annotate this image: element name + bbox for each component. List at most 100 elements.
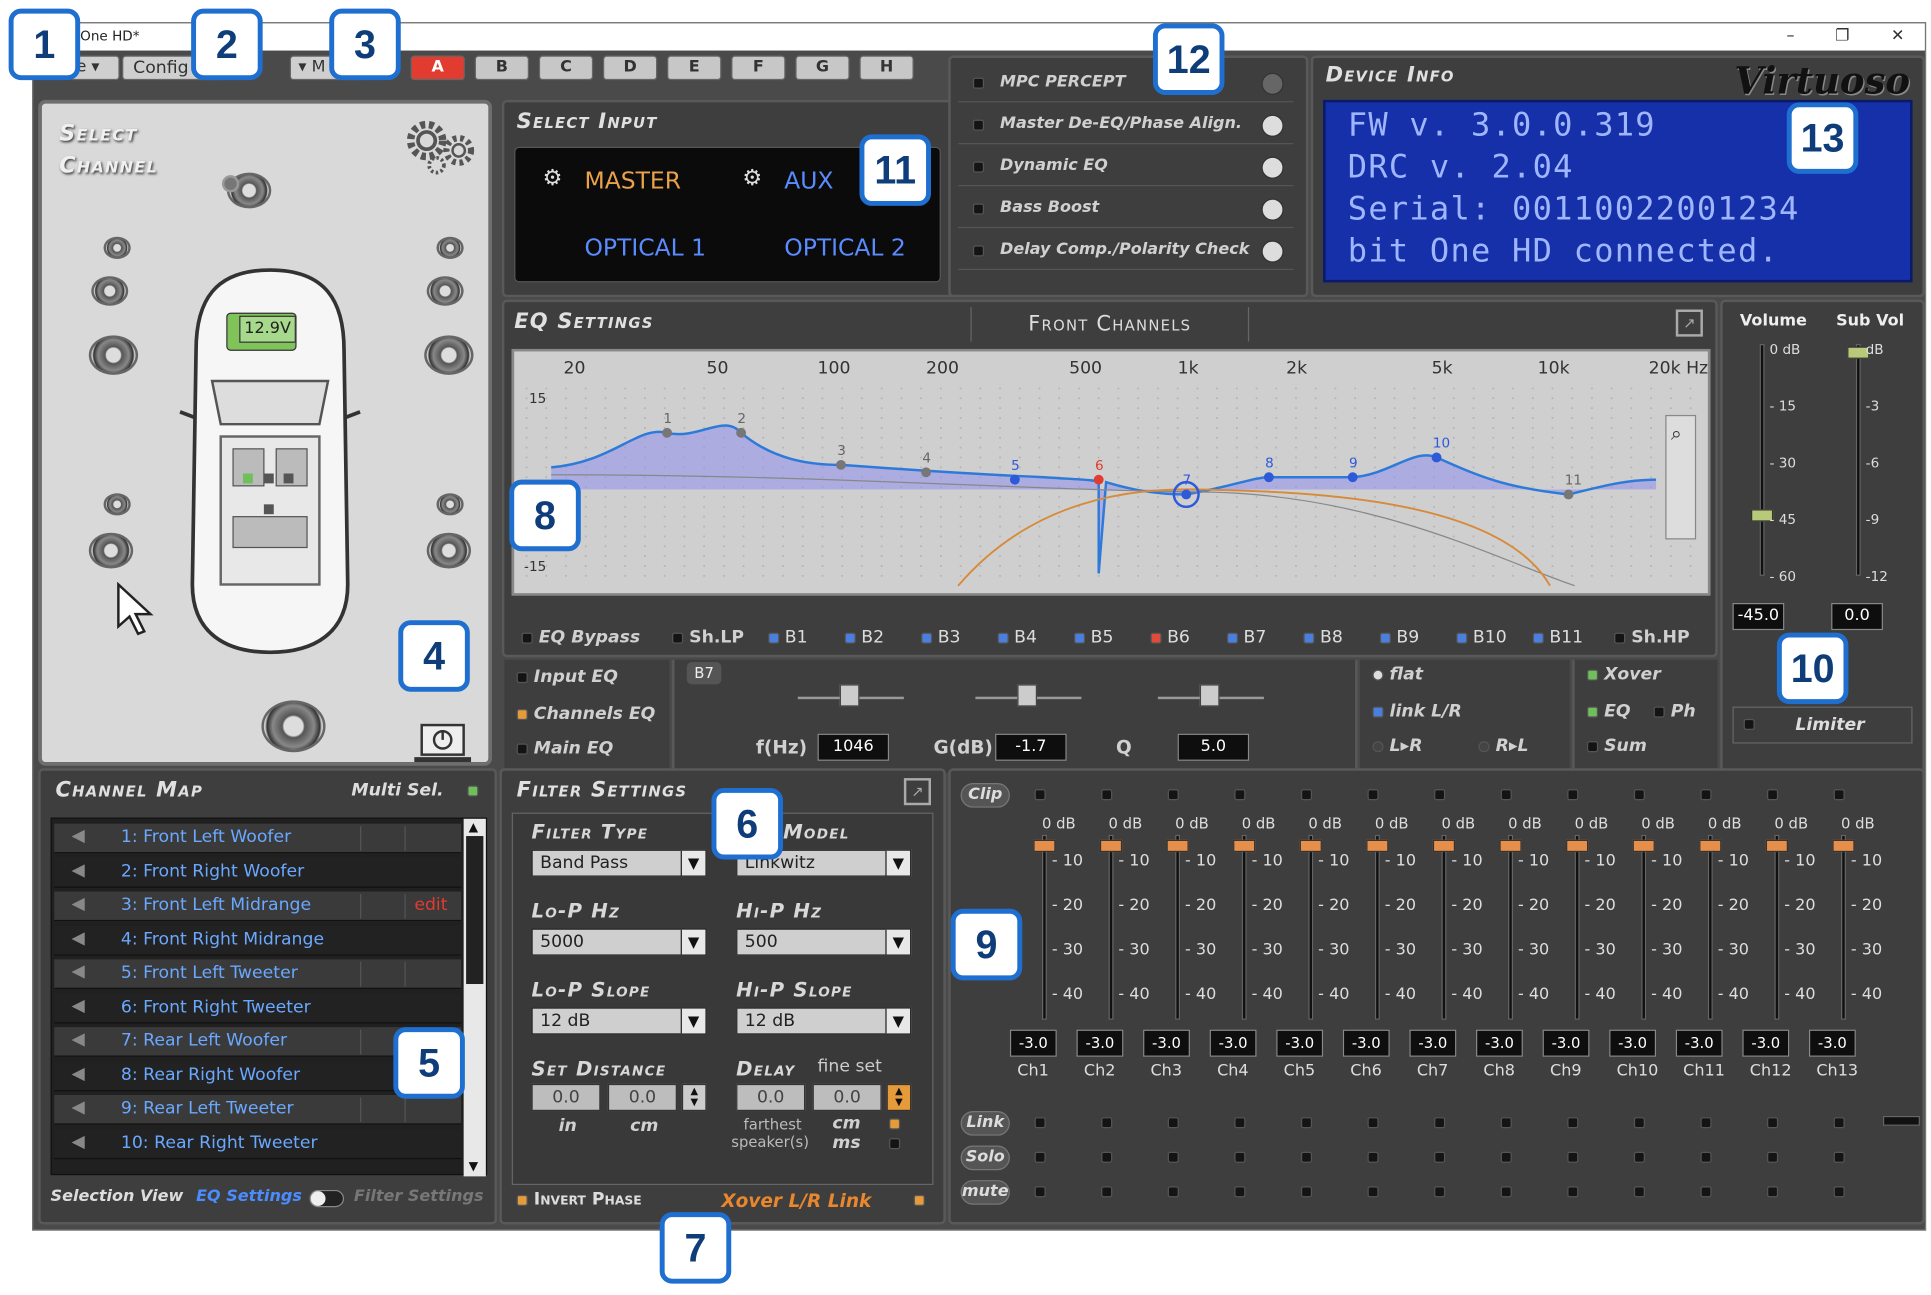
fader-knob[interactable] bbox=[1099, 839, 1123, 853]
fader-track[interactable] bbox=[1241, 834, 1247, 1020]
band-button-b9[interactable]: B9 bbox=[1379, 628, 1419, 647]
mixer-link-led[interactable] bbox=[1567, 1117, 1579, 1129]
xover-lr-link-toggle[interactable] bbox=[913, 1194, 925, 1206]
fader-knob[interactable] bbox=[1033, 839, 1056, 853]
fader-value[interactable]: -3.0 bbox=[1409, 1029, 1457, 1057]
fader-knob[interactable] bbox=[1366, 839, 1389, 853]
speaker-icon[interactable] bbox=[261, 700, 326, 752]
mixer-link-led[interactable] bbox=[1101, 1117, 1113, 1129]
mixer-clip-led[interactable] bbox=[1434, 789, 1446, 801]
mixer-mute-led[interactable] bbox=[1767, 1186, 1779, 1198]
feature-led[interactable] bbox=[972, 203, 985, 215]
invert-phase-toggle[interactable]: Invert Phase bbox=[516, 1190, 642, 1210]
mixer-solo-led[interactable] bbox=[1767, 1151, 1779, 1163]
fader-value[interactable]: -3.0 bbox=[1342, 1029, 1390, 1057]
channel-row[interactable]: ◀ 2: Front Right Woofer bbox=[54, 857, 462, 888]
fader-track[interactable] bbox=[1508, 834, 1514, 1020]
ph-option[interactable]: Ph bbox=[1653, 702, 1696, 721]
band-button-b3[interactable]: B3 bbox=[921, 628, 961, 647]
mixer-clip-led[interactable] bbox=[1300, 789, 1313, 801]
speaker-icon[interactable] bbox=[424, 335, 474, 375]
close-button[interactable]: ✕ bbox=[1873, 23, 1922, 50]
mixer-clip-led[interactable] bbox=[1034, 789, 1046, 801]
setup-tab-f[interactable]: F bbox=[731, 55, 786, 81]
channel-row[interactable]: ◀ 5: Front Left Tweeter bbox=[54, 959, 462, 989]
fader-knob[interactable] bbox=[1166, 839, 1189, 853]
mixer-solo-led[interactable] bbox=[1633, 1151, 1645, 1163]
speaker-mute-icon[interactable]: ◀ bbox=[72, 1030, 85, 1050]
mixer-mute-led[interactable] bbox=[1167, 1186, 1179, 1198]
channel-list-scrollbar[interactable]: ▲ ▼ bbox=[463, 818, 486, 1177]
speaker-icon[interactable] bbox=[103, 236, 131, 259]
mixer-clip-led[interactable] bbox=[1700, 789, 1712, 801]
mixer-link-led[interactable] bbox=[1500, 1117, 1512, 1129]
setup-tab-h[interactable]: H bbox=[859, 55, 914, 81]
fader-value[interactable]: -3.0 bbox=[1742, 1029, 1790, 1057]
eq-curve-svg[interactable]: 20 50 100 200 500 1k 2k 5k 10k 20k Hz 15 -15 1 2 3 4 5 6 7… bbox=[514, 351, 1708, 593]
fader-knob[interactable] bbox=[1299, 839, 1322, 853]
main-eq-option[interactable]: Main EQ bbox=[516, 739, 613, 758]
mixer-link-led[interactable] bbox=[1767, 1117, 1779, 1129]
lop-hz-select[interactable]: 5000 ▼ bbox=[531, 928, 707, 956]
band-button-b7[interactable]: B7 bbox=[1226, 628, 1266, 647]
fader-knob[interactable] bbox=[1765, 839, 1788, 853]
speaker-icon[interactable] bbox=[91, 276, 129, 306]
channel-row[interactable]: ◀ 4: Front Right Midrange bbox=[54, 925, 462, 956]
speaker-icon[interactable] bbox=[103, 493, 131, 515]
speaker-mute-icon[interactable]: ◀ bbox=[72, 826, 85, 846]
restore-button[interactable]: ❐ bbox=[1818, 23, 1867, 50]
fader-value[interactable]: -3.0 bbox=[1675, 1029, 1723, 1057]
distance-in-input[interactable]: 0.0 bbox=[531, 1083, 601, 1112]
mixer-mute-led[interactable] bbox=[1234, 1186, 1246, 1198]
speaker-mute-icon[interactable]: ◀ bbox=[72, 894, 85, 914]
eq-settings-view[interactable]: EQ Settings bbox=[196, 1187, 302, 1205]
speaker-mute-icon[interactable]: ◀ bbox=[72, 1131, 85, 1151]
mixer-clip-led[interactable] bbox=[1767, 789, 1779, 801]
channel-row[interactable]: ◀ 3: Front Left Midrange edit bbox=[54, 891, 462, 922]
fader-value[interactable]: -3.0 bbox=[1609, 1029, 1657, 1057]
multi-sel-toggle[interactable] bbox=[467, 785, 479, 797]
fader-knob[interactable] bbox=[1832, 839, 1855, 853]
hip-slope-select[interactable]: 12 dB ▼ bbox=[736, 1007, 912, 1035]
mixer-link-led[interactable] bbox=[1700, 1117, 1712, 1129]
sh-lp-toggle[interactable]: Sh.LP bbox=[672, 628, 744, 647]
mixer-clip-led[interactable] bbox=[1167, 789, 1179, 801]
input-master[interactable]: MASTER bbox=[584, 168, 681, 195]
fader-value[interactable]: -3.0 bbox=[1276, 1029, 1324, 1057]
input-eq-option[interactable]: Input EQ bbox=[516, 667, 618, 687]
speaker-mute-icon[interactable]: ◀ bbox=[72, 860, 85, 880]
input-optical-2[interactable]: OPTICAL 2 bbox=[784, 234, 906, 261]
fader-knob[interactable] bbox=[1699, 839, 1722, 853]
band-button-b5[interactable]: B5 bbox=[1074, 628, 1113, 647]
feature-led[interactable] bbox=[972, 119, 985, 131]
param-slider-knob-g-db[interactable] bbox=[1017, 684, 1038, 707]
param-slider-knob-q[interactable] bbox=[1199, 684, 1220, 707]
mixer-clip-led[interactable] bbox=[1567, 789, 1579, 801]
fader-track[interactable] bbox=[1774, 834, 1780, 1020]
mixer-clip-led[interactable] bbox=[1234, 789, 1246, 801]
mixer-mute-led[interactable] bbox=[1367, 1186, 1379, 1198]
param-value-f-hz[interactable]: 1046 bbox=[817, 733, 890, 761]
speaker-icon[interactable] bbox=[436, 236, 464, 259]
gears-icon[interactable] bbox=[400, 113, 481, 175]
feature-row[interactable]: Master De-EQ/Phase Align. bbox=[958, 107, 1294, 145]
fader-value[interactable]: -3.0 bbox=[1808, 1029, 1856, 1057]
delay-stepper[interactable]: ▲ ▼ bbox=[886, 1083, 912, 1112]
mixer-clip-led[interactable] bbox=[1101, 789, 1113, 801]
setup-tab-g[interactable]: G bbox=[795, 55, 850, 81]
fader-track[interactable] bbox=[1441, 834, 1447, 1020]
mixer-clip-led[interactable] bbox=[1833, 789, 1845, 801]
setup-tab-a[interactable]: A bbox=[410, 55, 465, 81]
expand-icon[interactable]: ↗ bbox=[903, 778, 931, 806]
mixer-mute-led[interactable] bbox=[1500, 1186, 1512, 1198]
setup-tab-d[interactable]: D bbox=[602, 55, 658, 81]
feature-row[interactable]: MPC PERCEPT bbox=[958, 65, 1294, 103]
mixer-mute-led[interactable] bbox=[1434, 1186, 1446, 1198]
setup-tab-c[interactable]: C bbox=[538, 55, 594, 81]
fader-track[interactable] bbox=[1707, 834, 1713, 1020]
mixer-link-led[interactable] bbox=[1633, 1117, 1645, 1129]
fader-track[interactable] bbox=[1574, 834, 1580, 1020]
link-lr-option[interactable]: link L/R bbox=[1372, 702, 1462, 721]
fader-value[interactable]: -3.0 bbox=[1076, 1029, 1124, 1057]
param-value-q[interactable]: 5.0 bbox=[1177, 733, 1250, 761]
